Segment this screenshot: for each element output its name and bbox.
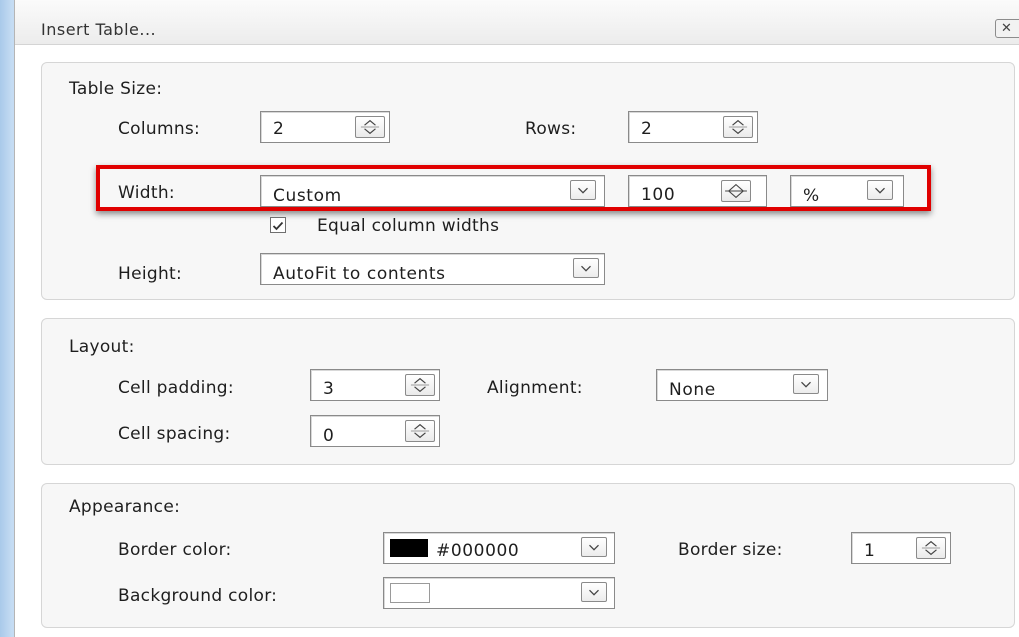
spin-updown-icon <box>917 538 945 558</box>
cell-padding-value: 3 <box>323 379 335 399</box>
border-color-dropdown-button[interactable] <box>581 537 607 557</box>
height-label: Height: <box>118 264 183 284</box>
border-color-swatch <box>390 539 428 557</box>
dialog-title: Insert Table... <box>41 20 157 39</box>
table-size-heading: Table Size: <box>69 79 163 99</box>
border-color-value: #000000 <box>436 541 520 561</box>
equal-column-widths-checkbox[interactable] <box>270 217 286 233</box>
spin-updown-icon <box>724 117 752 137</box>
columns-value: 2 <box>273 119 285 139</box>
cell-spacing-label: Cell spacing: <box>118 424 231 444</box>
alignment-label: Alignment: <box>487 378 583 398</box>
border-color-picker[interactable]: #000000 <box>383 532 615 564</box>
chevron-down-icon <box>574 259 598 277</box>
border-size-value: 1 <box>864 541 876 561</box>
spin-updown-icon <box>356 117 384 137</box>
alignment-dropdown-button[interactable] <box>793 374 819 394</box>
background-color-dropdown-button[interactable] <box>581 582 607 602</box>
rows-spin-button[interactable] <box>723 116 753 138</box>
cell-spacing-stepper[interactable]: 0 <box>310 415 440 447</box>
background-color-label: Background color: <box>118 586 278 606</box>
border-color-label: Border color: <box>118 540 232 560</box>
rows-stepper[interactable]: 2 <box>628 111 758 143</box>
border-size-spin-button[interactable] <box>916 537 946 559</box>
background-color-picker[interactable] <box>383 577 615 609</box>
rows-value: 2 <box>641 119 653 139</box>
height-mode-value: AutoFit to contents <box>273 264 446 284</box>
cell-padding-spin-button[interactable] <box>405 374 435 396</box>
appearance-group: Appearance: Border color: #000000 Border… <box>41 483 1015 628</box>
background-color-swatch <box>390 583 430 603</box>
chevron-down-icon <box>582 538 606 556</box>
columns-stepper[interactable]: 2 <box>260 111 390 143</box>
height-mode-select[interactable]: AutoFit to contents <box>260 253 605 285</box>
equal-column-widths-label: Equal column widths <box>317 216 500 236</box>
rows-label: Rows: <box>525 119 577 139</box>
width-row-highlight <box>96 165 931 211</box>
layout-group: Layout: Cell padding: 3 Alignment: None … <box>41 318 1015 465</box>
border-size-stepper[interactable]: 1 <box>851 532 951 564</box>
dialog-titlebar: Insert Table... ✕ <box>15 0 1019 45</box>
cell-spacing-spin-button[interactable] <box>405 420 435 442</box>
close-button[interactable]: ✕ <box>995 19 1019 38</box>
cell-padding-label: Cell padding: <box>118 378 234 398</box>
columns-spin-button[interactable] <box>355 116 385 138</box>
columns-label: Columns: <box>118 119 201 139</box>
appearance-heading: Appearance: <box>69 497 181 517</box>
chevron-down-icon <box>794 375 818 393</box>
insert-table-dialog: Insert Table... ✕ Table Size: Columns: 2… <box>14 0 1019 637</box>
height-mode-dropdown-button[interactable] <box>573 258 599 278</box>
chevron-down-icon <box>582 583 606 601</box>
alignment-select[interactable]: None <box>656 369 828 401</box>
cell-padding-stepper[interactable]: 3 <box>310 369 440 401</box>
spin-updown-icon <box>406 421 434 441</box>
alignment-value: None <box>669 380 716 400</box>
spin-updown-icon <box>406 375 434 395</box>
close-icon: ✕ <box>1001 21 1012 36</box>
layout-heading: Layout: <box>69 337 135 357</box>
border-size-label: Border size: <box>678 540 783 560</box>
checkmark-icon <box>272 221 284 231</box>
cell-spacing-value: 0 <box>323 426 335 446</box>
